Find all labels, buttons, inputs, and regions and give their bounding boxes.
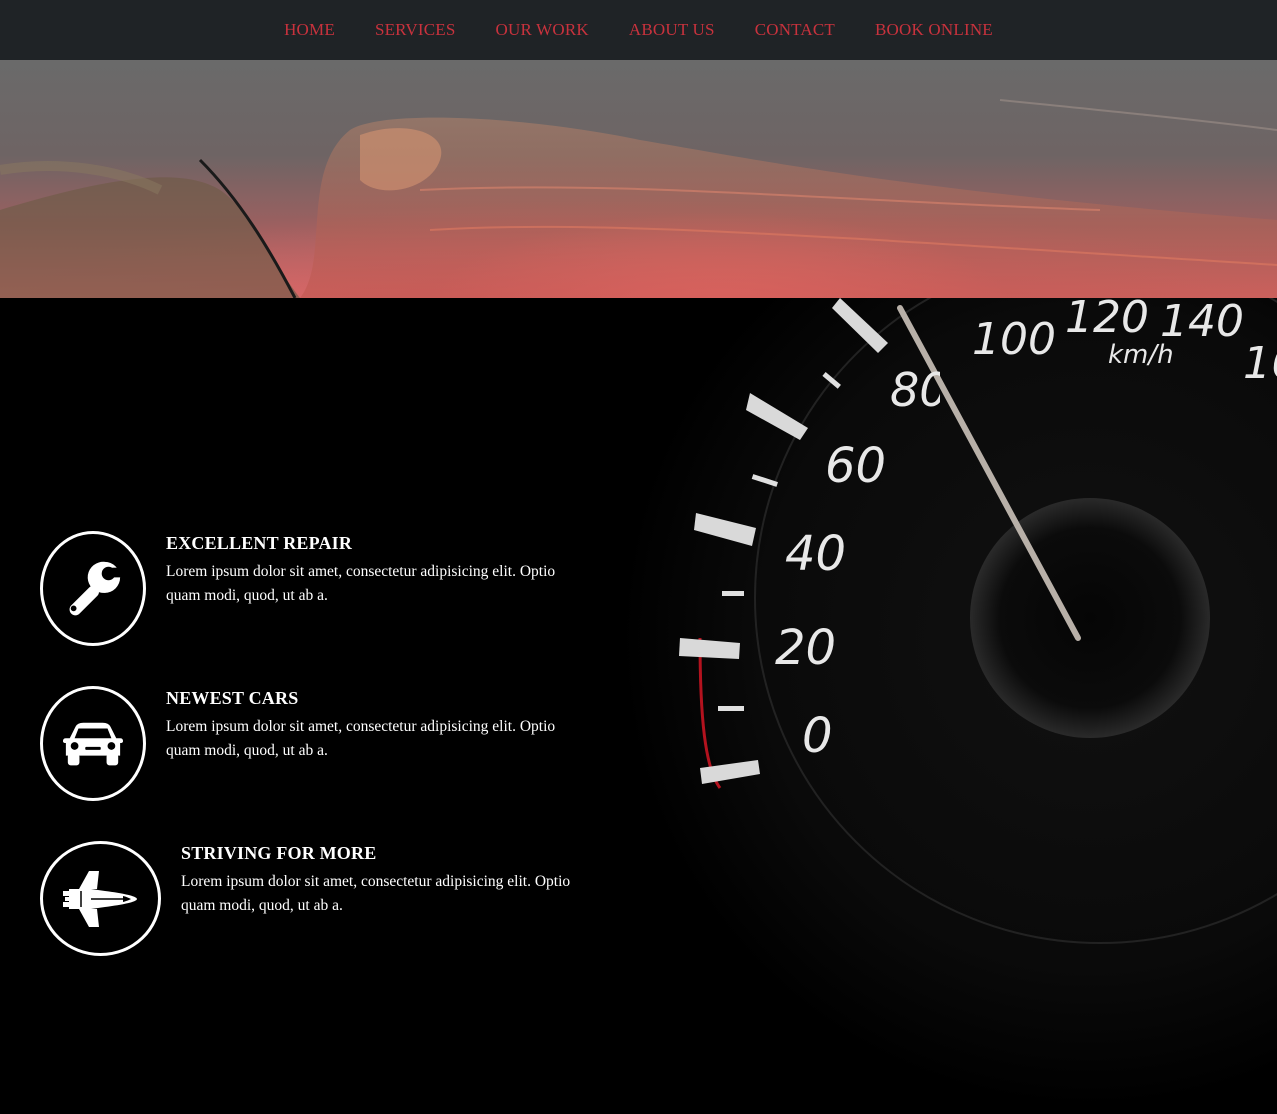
space-shuttle-icon: [62, 870, 137, 927]
nav-item-contact: CONTACT: [735, 20, 855, 40]
gauge-number-60: 60: [825, 438, 887, 494]
features-section: 0 20 40 60 80 100 120 140 16 km/h EXCELL…: [0, 298, 1277, 1114]
nav-link-home[interactable]: HOME: [264, 20, 355, 40]
nav-link-our-work[interactable]: OUR WORK: [475, 20, 608, 40]
nav-item-home: HOME: [264, 20, 355, 40]
gauge-number-100: 100: [972, 314, 1056, 365]
feature-item-excellent-repair: EXCELLENT REPAIR Lorem ipsum dolor sit a…: [40, 531, 576, 646]
hero-banner-image: [0, 60, 1277, 298]
nav-link-services[interactable]: SERVICES: [355, 20, 476, 40]
feature-description: Lorem ipsum dolor sit amet, consectetur …: [166, 563, 556, 604]
feature-item-newest-cars: NEWEST CARS Lorem ipsum dolor sit amet, …: [40, 686, 576, 801]
main-navbar: HOME SERVICES OUR WORK ABOUT US CONTACT …: [0, 0, 1277, 60]
gauge-number-80: 80: [890, 363, 940, 417]
wrench-icon: [69, 561, 124, 615]
feature-item-striving-for-more: STRIVING FOR MORE Lorem ipsum dolor sit …: [40, 841, 591, 956]
feature-text: NEWEST CARS Lorem ipsum dolor sit amet, …: [166, 686, 576, 763]
hero-abstract-shapes: [0, 99, 1277, 298]
feature-icon-circle: [40, 686, 146, 801]
feature-description: Lorem ipsum dolor sit amet, consectetur …: [166, 718, 556, 759]
gauge-number-120: 120: [1065, 298, 1149, 343]
feature-title: STRIVING FOR MORE: [181, 843, 377, 863]
feature-title: EXCELLENT REPAIR: [166, 533, 353, 553]
gauge-unit: km/h: [1108, 340, 1174, 370]
gauge-number-20: 20: [775, 620, 837, 676]
feature-text: STRIVING FOR MORE Lorem ipsum dolor sit …: [181, 841, 591, 918]
nav-link-book-online[interactable]: BOOK ONLINE: [855, 20, 1013, 40]
feature-icon-circle: [40, 841, 161, 956]
feature-icon-circle: [40, 531, 146, 646]
gauge-number-160: 16: [1243, 338, 1277, 389]
gauge-number-0: 0: [802, 708, 833, 764]
nav-list: HOME SERVICES OUR WORK ABOUT US CONTACT …: [264, 20, 1013, 40]
nav-link-contact[interactable]: CONTACT: [735, 20, 855, 40]
feature-description: Lorem ipsum dolor sit amet, consectetur …: [181, 873, 571, 914]
feature-text: EXCELLENT REPAIR Lorem ipsum dolor sit a…: [166, 531, 576, 608]
nav-item-book-online: BOOK ONLINE: [855, 20, 1013, 40]
car-icon: [62, 722, 124, 765]
nav-link-about-us[interactable]: ABOUT US: [609, 20, 735, 40]
gauge-number-40: 40: [785, 526, 847, 582]
nav-item-our-work: OUR WORK: [475, 20, 608, 40]
feature-title: NEWEST CARS: [166, 688, 299, 708]
nav-item-about-us: ABOUT US: [609, 20, 735, 40]
nav-item-services: SERVICES: [355, 20, 476, 40]
